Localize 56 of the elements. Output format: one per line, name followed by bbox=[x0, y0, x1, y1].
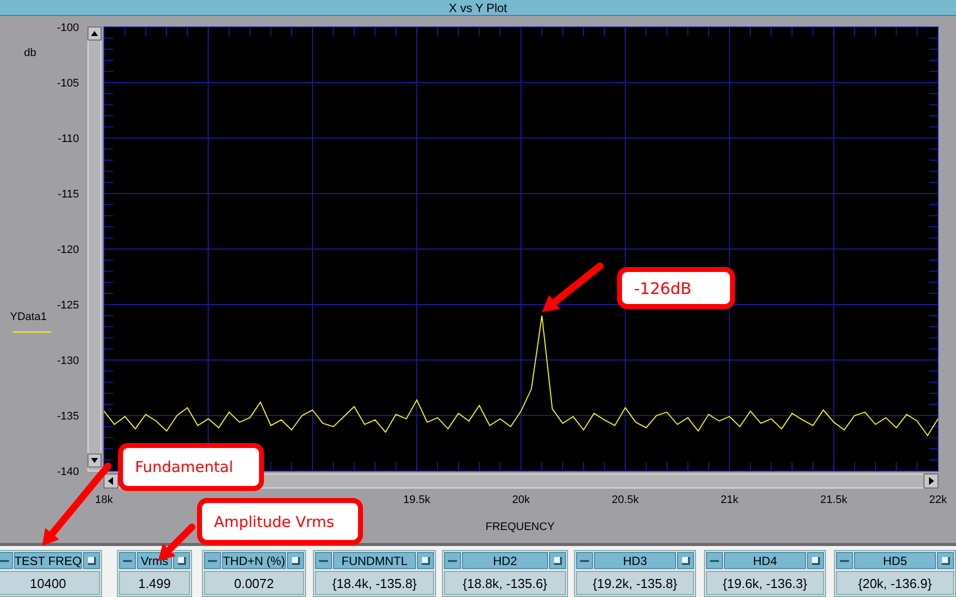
value-field: {18.4k, -135.8} bbox=[315, 571, 434, 595]
minimize-button[interactable] bbox=[576, 552, 593, 569]
axis-tick-label: -115 bbox=[58, 188, 79, 200]
minimize-button[interactable] bbox=[315, 552, 332, 569]
corner-button[interactable] bbox=[937, 552, 954, 569]
legend-label: YData1 bbox=[10, 311, 47, 323]
axis-title: FREQUENCY bbox=[485, 521, 555, 533]
minimize-button[interactable] bbox=[0, 552, 13, 569]
corner-button[interactable] bbox=[807, 552, 824, 569]
axis-tick-label: 22k bbox=[929, 494, 947, 506]
object-title: FUNDMNTL bbox=[333, 552, 416, 569]
arrow bbox=[542, 262, 604, 312]
object-title: THD+N (%) bbox=[222, 552, 286, 569]
axis-tick-label: -130 bbox=[56, 355, 79, 367]
minimize-button[interactable] bbox=[706, 552, 723, 569]
value-field: {18.8k, -135.6} bbox=[444, 571, 566, 595]
value-field: 10400 bbox=[0, 571, 100, 595]
value-field: 1.499 bbox=[119, 571, 190, 595]
object-title: HD3 bbox=[594, 552, 676, 569]
axis-tick-label: -125 bbox=[56, 300, 79, 312]
axis-tick-label: -135 bbox=[56, 410, 79, 422]
axis-unit-label: db bbox=[24, 47, 36, 59]
object-title: TEST FREQ bbox=[14, 552, 82, 569]
corner-button[interactable] bbox=[677, 552, 694, 569]
callout-label: Amplitude Vrms bbox=[197, 498, 363, 545]
axis-tick-label: 20k bbox=[512, 494, 530, 506]
minimize-button[interactable] bbox=[444, 552, 461, 569]
minimize-button[interactable] bbox=[836, 552, 853, 569]
minimize-button[interactable] bbox=[204, 552, 221, 569]
corner-button[interactable] bbox=[173, 552, 190, 569]
axis-tick-label: -105 bbox=[56, 78, 79, 90]
axis-tick-label: -100 bbox=[56, 22, 79, 34]
corner-button[interactable] bbox=[417, 552, 434, 569]
vertical-scrollbar[interactable] bbox=[88, 26, 102, 472]
axis-tick-label: -110 bbox=[58, 133, 79, 145]
corner-button[interactable] bbox=[287, 552, 304, 569]
axis-tick-label: -120 bbox=[56, 244, 79, 256]
corner-button[interactable] bbox=[83, 552, 100, 569]
axis-tick-label: 21.5k bbox=[820, 494, 848, 506]
callout-label: Fundamental bbox=[118, 443, 264, 491]
object-title: HD4 bbox=[724, 552, 806, 569]
minimize-button[interactable] bbox=[119, 552, 136, 569]
value-field: 0.0072 bbox=[204, 571, 304, 595]
value-field: {20k, -136.9} bbox=[836, 571, 954, 595]
value-field: {19.2k, -135.8} bbox=[576, 571, 694, 595]
corner-button[interactable] bbox=[549, 552, 566, 569]
axis-tick-label: -140 bbox=[56, 466, 79, 478]
callout-label: -126dB bbox=[617, 267, 735, 309]
axis-tick-label: 19.5k bbox=[403, 494, 430, 506]
object-title: HD5 bbox=[854, 552, 936, 569]
axis-tick-label: 21k bbox=[720, 494, 738, 506]
axis-tick-label: 20.5k bbox=[612, 494, 639, 506]
object-title: HD2 bbox=[462, 552, 548, 569]
axis-tick-label: 18k bbox=[95, 494, 113, 506]
window-title: X vs Y Plot bbox=[448, 0, 508, 14]
value-field: {19.6k, -136.3} bbox=[706, 571, 824, 595]
